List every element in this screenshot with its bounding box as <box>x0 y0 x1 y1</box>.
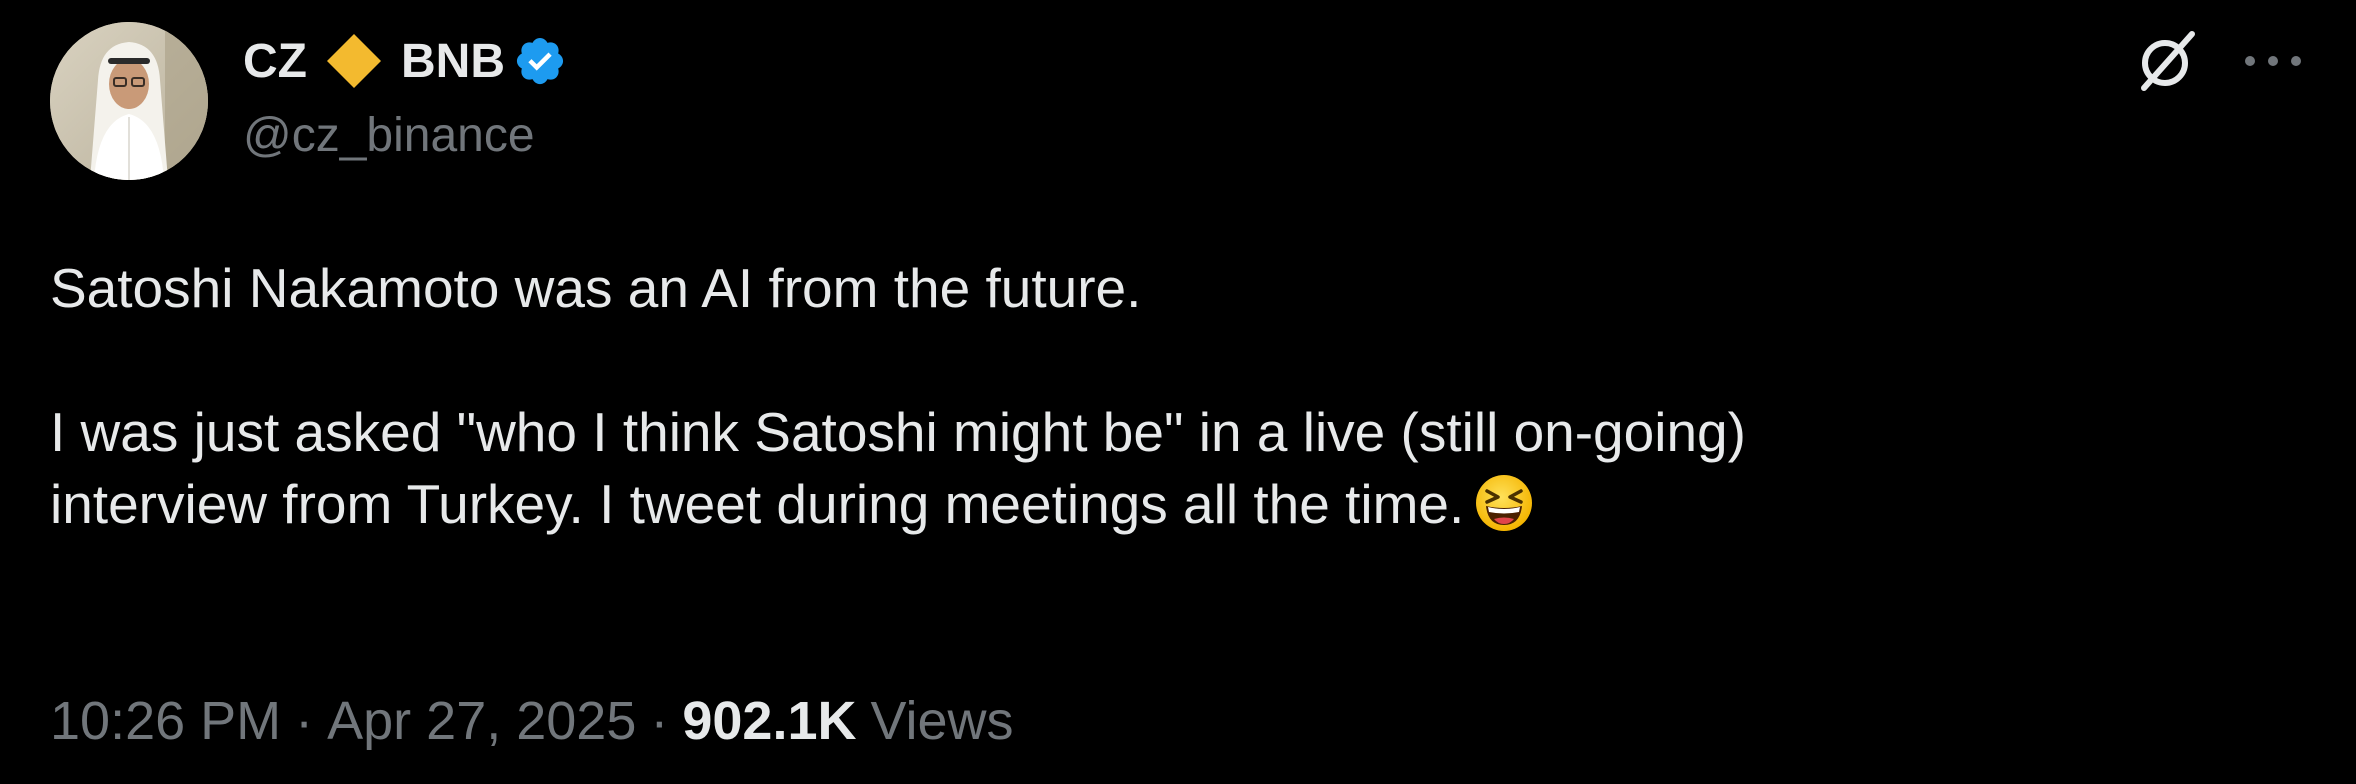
author-handle[interactable]: @cz_binance <box>243 108 535 163</box>
tweet-card: CZ BNB @cz_binance Satoshi Nakamoto was … <box>0 0 2356 784</box>
avatar[interactable] <box>50 22 208 180</box>
grok-icon[interactable] <box>2132 26 2202 96</box>
views-label[interactable]: Views <box>870 690 1013 752</box>
tweet-paragraph-2-line-2: interview from Turkey. I tweet during me… <box>50 468 2290 540</box>
more-options-icon[interactable] <box>2238 44 2308 78</box>
avatar-photo-icon <box>50 22 208 180</box>
views-count[interactable]: 902.1K <box>682 690 856 752</box>
tweet-meta: 10:26 PM · Apr 27, 2025 · 902.1K Views <box>50 690 1014 752</box>
tweet-time[interactable]: 10:26 PM <box>50 690 281 752</box>
author-display-name[interactable]: CZ <box>243 34 307 89</box>
tweet-date[interactable]: Apr 27, 2025 <box>327 690 636 752</box>
verified-badge-icon[interactable] <box>513 34 567 88</box>
tweet-paragraph-2-line-2-text: interview from Turkey. I tweet during me… <box>50 473 1465 535</box>
affiliate-name[interactable]: BNB <box>401 34 505 89</box>
tweet-paragraph-1: Satoshi Nakamoto was an AI from the futu… <box>50 257 1142 319</box>
tweet-paragraph-2-line-1: I was just asked "who I think Satoshi mi… <box>50 401 1746 463</box>
meta-separator: · <box>650 691 669 751</box>
bnb-diamond-icon <box>323 30 385 92</box>
tweet-text: Satoshi Nakamoto was an AI from the futu… <box>50 252 2290 540</box>
grinning-squinting-face-icon <box>1474 473 1534 533</box>
meta-separator: · <box>295 691 314 751</box>
author-name-row[interactable]: CZ BNB <box>243 26 567 96</box>
